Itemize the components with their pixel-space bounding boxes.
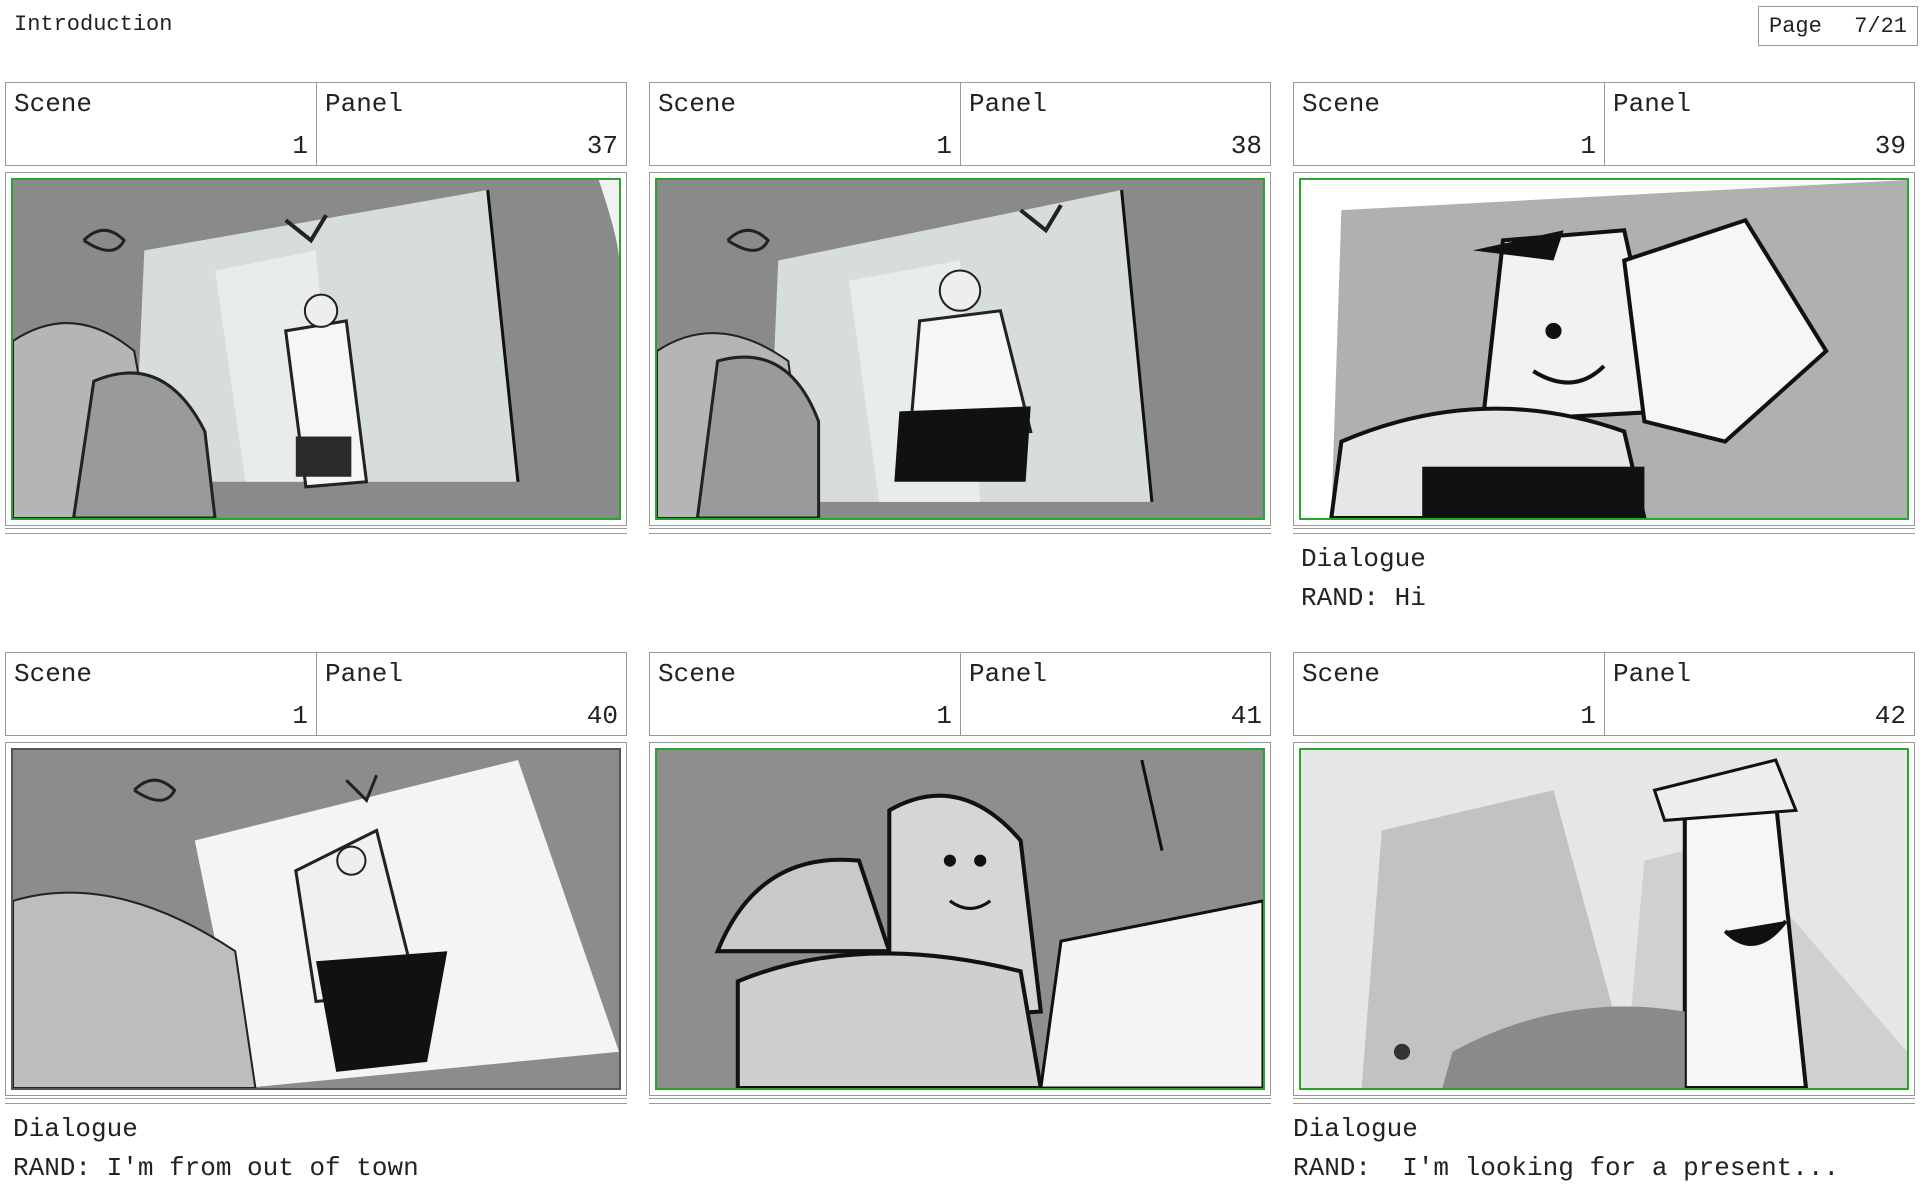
panel-number: 40 <box>586 701 618 731</box>
panel-divider <box>5 1098 627 1104</box>
panel-number: 39 <box>1874 131 1906 161</box>
panel-frame <box>649 742 1271 1096</box>
scene-label: Scene <box>658 659 737 689</box>
panel-divider <box>649 528 1271 534</box>
scene-number: 1 <box>1580 701 1596 731</box>
dialogue-text: RAND: I'm looking for a present... <box>1293 1153 1840 1183</box>
dialogue-label: Dialogue <box>1301 544 1426 574</box>
page-label: Page <box>1769 13 1822 39</box>
panel-label: Panel <box>969 659 1048 689</box>
scene-number: 1 <box>292 131 308 161</box>
panel-divider <box>1293 528 1915 534</box>
panel-frame <box>1293 742 1915 1096</box>
panel-number: 42 <box>1874 701 1906 731</box>
panel-header: Scene 1 Panel 41 <box>649 652 1271 736</box>
panel-header: Scene 1 Panel 42 <box>1293 652 1915 736</box>
page-indicator: Page 7/21 <box>1758 6 1918 46</box>
storyboard-panel: Scene 1 Panel 38 <box>649 82 1271 534</box>
scene-label: Scene <box>14 89 93 119</box>
sketch-image <box>1299 178 1909 520</box>
scene-number: 1 <box>936 701 952 731</box>
dialogue-text: RAND: I'm from out of town <box>13 1153 419 1183</box>
document-title: Introduction <box>14 12 173 37</box>
panel-frame <box>649 172 1271 526</box>
panel-number: 41 <box>1230 701 1262 731</box>
sketch-image <box>655 748 1265 1090</box>
scene-number: 1 <box>292 701 308 731</box>
dialogue-text: RAND: Hi <box>1301 583 1426 613</box>
scene-label: Scene <box>1302 659 1381 689</box>
panel-label: Panel <box>1613 659 1692 689</box>
storyboard-panel: Scene 1 Panel 41 <box>649 652 1271 1104</box>
scene-number: 1 <box>1580 131 1596 161</box>
page-number: 7/21 <box>1854 13 1907 39</box>
panel-header: Scene 1 Panel 40 <box>5 652 627 736</box>
panel-frame <box>1293 172 1915 526</box>
panel-divider <box>649 1098 1271 1104</box>
panel-label: Panel <box>969 89 1048 119</box>
storyboard-panel: Scene 1 Panel 37 <box>5 82 627 534</box>
storyboard-panel: Scene 1 Panel 40 Dialogue RAND: I'm from o… <box>5 652 627 1188</box>
scene-label: Scene <box>1302 89 1381 119</box>
panel-number: 37 <box>586 131 618 161</box>
panel-label: Panel <box>325 89 404 119</box>
dialogue-label: Dialogue <box>1293 1114 1418 1144</box>
panel-divider <box>5 528 627 534</box>
panel-label: Panel <box>325 659 404 689</box>
scene-number: 1 <box>936 131 952 161</box>
panel-header: Scene 1 Panel 38 <box>649 82 1271 166</box>
sketch-image <box>11 178 621 520</box>
panel-number: 38 <box>1230 131 1262 161</box>
scene-label: Scene <box>658 89 737 119</box>
dialogue-label: Dialogue <box>13 1114 138 1144</box>
scene-label: Scene <box>14 659 93 689</box>
panel-header: Scene 1 Panel 39 <box>1293 82 1915 166</box>
panel-header: Scene 1 Panel 37 <box>5 82 627 166</box>
storyboard-panel: Scene 1 Panel 42 Dialogue RAND: I'm lookin… <box>1293 652 1915 1188</box>
panel-divider <box>1293 1098 1915 1104</box>
sketch-image <box>655 178 1265 520</box>
sketch-image <box>11 748 621 1090</box>
panel-label: Panel <box>1613 89 1692 119</box>
panel-frame <box>5 742 627 1096</box>
panel-frame <box>5 172 627 526</box>
storyboard-panel: Scene 1 Panel 39 Dialogue RAND: Hi <box>1293 82 1915 618</box>
sketch-image <box>1299 748 1909 1090</box>
